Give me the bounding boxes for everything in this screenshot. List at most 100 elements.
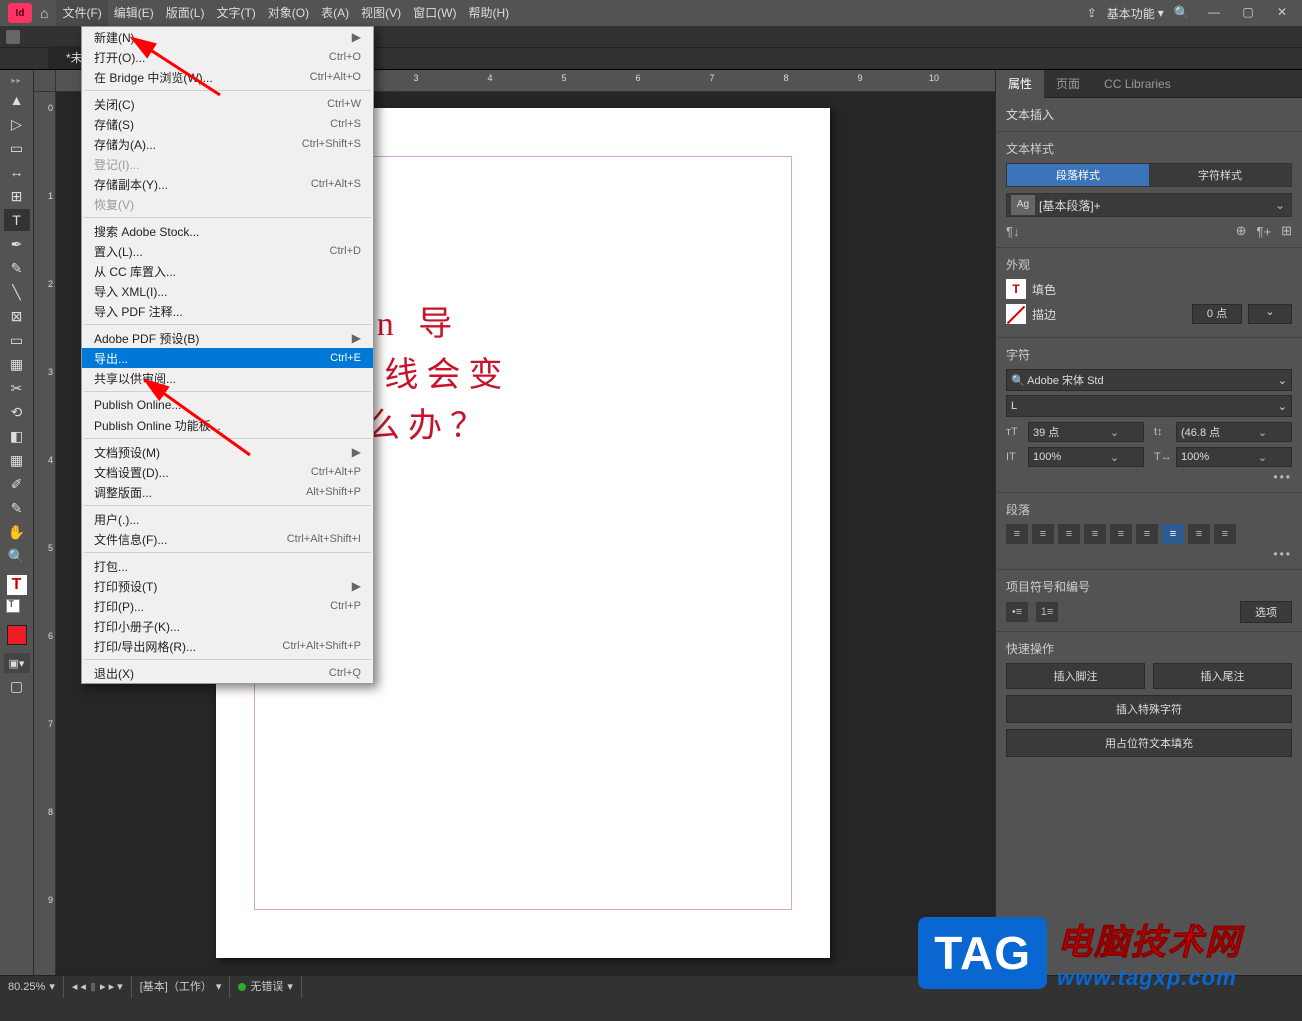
menu-item--[interactable]: 调整版面...Alt+Shift+P: [82, 482, 373, 502]
paragraph-more[interactable]: •••: [1006, 544, 1292, 561]
options-button[interactable]: 选项: [1240, 601, 1292, 623]
menu-item--d-[interactable]: 文档设置(D)...Ctrl+Alt+P: [82, 462, 373, 482]
menu-object[interactable]: 对象(O): [262, 0, 315, 26]
character-style-tab[interactable]: 字符样式: [1149, 164, 1291, 186]
new-icon[interactable]: ⊞: [1281, 223, 1292, 239]
tool-gradient-swatch[interactable]: ◧: [4, 425, 30, 447]
menu-item--xml-i-[interactable]: 导入 XML(I)...: [82, 281, 373, 301]
paragraph-style-tab[interactable]: 段落样式: [1007, 164, 1149, 186]
justify-center[interactable]: ≡: [1110, 524, 1132, 544]
tool-pencil[interactable]: ✎: [4, 257, 30, 279]
insert-footnote-button[interactable]: 插入脚注: [1006, 663, 1145, 689]
preflight-status[interactable]: 无错误 ▾: [230, 976, 302, 998]
tool-scissors[interactable]: ✂: [4, 377, 30, 399]
fill-swatch[interactable]: [7, 575, 27, 595]
new-style-icon[interactable]: ⊕: [1236, 223, 1247, 239]
menu-item-publish-online-[interactable]: Publish Online...: [82, 395, 373, 415]
font-size-input[interactable]: 39 点⌄: [1028, 422, 1144, 442]
number-list-btn[interactable]: 1≡: [1036, 602, 1058, 622]
align-right[interactable]: ≡: [1058, 524, 1080, 544]
menu-item--a-[interactable]: 存储为(A)...Ctrl+Shift+S: [82, 134, 373, 154]
window-close[interactable]: ✕: [1268, 5, 1296, 21]
insert-endnote-button[interactable]: 插入尾注: [1153, 663, 1292, 689]
tool-content-collector[interactable]: ⊞: [4, 185, 30, 207]
doc-profile[interactable]: [基本]（工作） ▾: [132, 976, 231, 998]
tool-direct-select[interactable]: ▷: [4, 113, 30, 135]
menu-item--[interactable]: 用户(.)...: [82, 509, 373, 529]
hscale-input[interactable]: 100%⌄: [1176, 447, 1292, 467]
menu-item-adobe-pdf-b-[interactable]: Adobe PDF 预设(B)▶: [82, 328, 373, 348]
stroke-style-select[interactable]: ⌄: [1248, 304, 1292, 324]
menu-item--[interactable]: 打包...: [82, 556, 373, 576]
tool-free-transform[interactable]: ⟲: [4, 401, 30, 423]
menu-item--r-[interactable]: 打印/导出网格(R)...Ctrl+Alt+Shift+P: [82, 636, 373, 656]
page-nav[interactable]: ◂ ◂ ▮ ▸ ▸ ▾: [64, 976, 132, 998]
tab-cc-libraries[interactable]: CC Libraries: [1092, 70, 1183, 98]
menu-item--m-[interactable]: 文档预设(M)▶: [82, 442, 373, 462]
menu-item--o-[interactable]: 打开(O)...Ctrl+O: [82, 47, 373, 67]
tool-gap[interactable]: ↔: [4, 161, 30, 183]
color-swatch[interactable]: [7, 625, 27, 645]
tool-pen[interactable]: ✒: [4, 233, 30, 255]
align-left[interactable]: ≡: [1006, 524, 1028, 544]
stroke-weight-input[interactable]: 0 点: [1192, 304, 1242, 324]
toolbox-grip[interactable]: ▸▸: [11, 76, 21, 85]
menu-layout[interactable]: 版面(L): [160, 0, 211, 26]
style-selector[interactable]: Ag [基本段落]+ ⌄: [1006, 193, 1292, 217]
leading-input[interactable]: (46.8 点⌄: [1176, 422, 1292, 442]
menu-item--c-[interactable]: 关闭(C)Ctrl+W: [82, 94, 373, 114]
clear-override-icon[interactable]: ¶+: [1257, 224, 1272, 239]
menu-file[interactable]: 文件(F): [56, 0, 107, 26]
menu-edit[interactable]: 编辑(E): [108, 0, 160, 26]
font-weight-select[interactable]: L⌄: [1006, 395, 1292, 417]
fill-color-swatch[interactable]: [1006, 279, 1026, 299]
insert-special-char-button[interactable]: 插入特殊字符: [1006, 695, 1292, 723]
stroke-color-swatch[interactable]: [1006, 304, 1026, 324]
tab-properties[interactable]: 属性: [996, 70, 1044, 98]
tool-rectangle-frame[interactable]: ⊠: [4, 305, 30, 327]
align-away-spine[interactable]: ≡: [1214, 524, 1236, 544]
menu-item--cc-[interactable]: 从 CC 库置入...: [82, 261, 373, 281]
menu-item--s-[interactable]: 存储(S)Ctrl+S: [82, 114, 373, 134]
menu-item--p-[interactable]: 打印(P)...Ctrl+P: [82, 596, 373, 616]
tool-note[interactable]: ✐: [4, 473, 30, 495]
more-options[interactable]: •••: [1006, 467, 1292, 484]
menu-item--pdf-[interactable]: 导入 PDF 注释...: [82, 301, 373, 321]
vscale-input[interactable]: 100%⌄: [1028, 447, 1144, 467]
menu-item--n-[interactable]: 新建(N)▶: [82, 27, 373, 47]
tool-gradient-feather[interactable]: ▦: [4, 449, 30, 471]
pilcrow-icon[interactable]: ¶↓: [1006, 224, 1019, 239]
menu-item--[interactable]: 导出...Ctrl+E: [82, 348, 373, 368]
window-maximize[interactable]: ▢: [1234, 5, 1262, 21]
menu-item-publish-online-[interactable]: Publish Online 功能板...: [82, 415, 373, 435]
zoom-level[interactable]: 80.25% ▾: [0, 976, 64, 998]
menu-item--bridge-w-[interactable]: 在 Bridge 中浏览(W)...Ctrl+Alt+O: [82, 67, 373, 87]
menu-help[interactable]: 帮助(H): [462, 0, 515, 26]
menu-item--l-[interactable]: 置入(L)...Ctrl+D: [82, 241, 373, 261]
tool-grid[interactable]: ▦: [4, 353, 30, 375]
justify-left[interactable]: ≡: [1084, 524, 1106, 544]
menu-item--f-[interactable]: 文件信息(F)...Ctrl+Alt+Shift+I: [82, 529, 373, 549]
control-icon[interactable]: [6, 30, 20, 44]
window-minimize[interactable]: —: [1200, 5, 1228, 21]
view-mode[interactable]: ▣▾: [4, 653, 30, 673]
fill-placeholder-button[interactable]: 用占位符文本填充: [1006, 729, 1292, 757]
share-icon[interactable]: ⇪: [1087, 6, 1097, 20]
font-family-select[interactable]: 🔍 Adobe 宋体 Std⌄: [1006, 369, 1292, 391]
screen-mode[interactable]: ▢: [4, 675, 30, 697]
align-center[interactable]: ≡: [1032, 524, 1054, 544]
menu-item--x-[interactable]: 退出(X)Ctrl+Q: [82, 663, 373, 683]
tool-line[interactable]: ╲: [4, 281, 30, 303]
menu-table[interactable]: 表(A): [315, 0, 355, 26]
tool-type[interactable]: T: [4, 209, 30, 231]
search-icon[interactable]: 🔍: [1174, 5, 1190, 21]
justify-right[interactable]: ≡: [1136, 524, 1158, 544]
tool-eyedropper[interactable]: ✎: [4, 497, 30, 519]
menu-item--y-[interactable]: 存储副本(Y)...Ctrl+Alt+S: [82, 174, 373, 194]
menu-item--adobe-stock-[interactable]: 搜索 Adobe Stock...: [82, 221, 373, 241]
workspace-switcher[interactable]: 基本功能▾: [1107, 5, 1164, 22]
tool-selection[interactable]: ▲: [4, 89, 30, 111]
menu-view[interactable]: 视图(V): [355, 0, 407, 26]
menu-item--[interactable]: 共享以供审阅...: [82, 368, 373, 388]
bullet-list-btn[interactable]: •≡: [1006, 602, 1028, 622]
